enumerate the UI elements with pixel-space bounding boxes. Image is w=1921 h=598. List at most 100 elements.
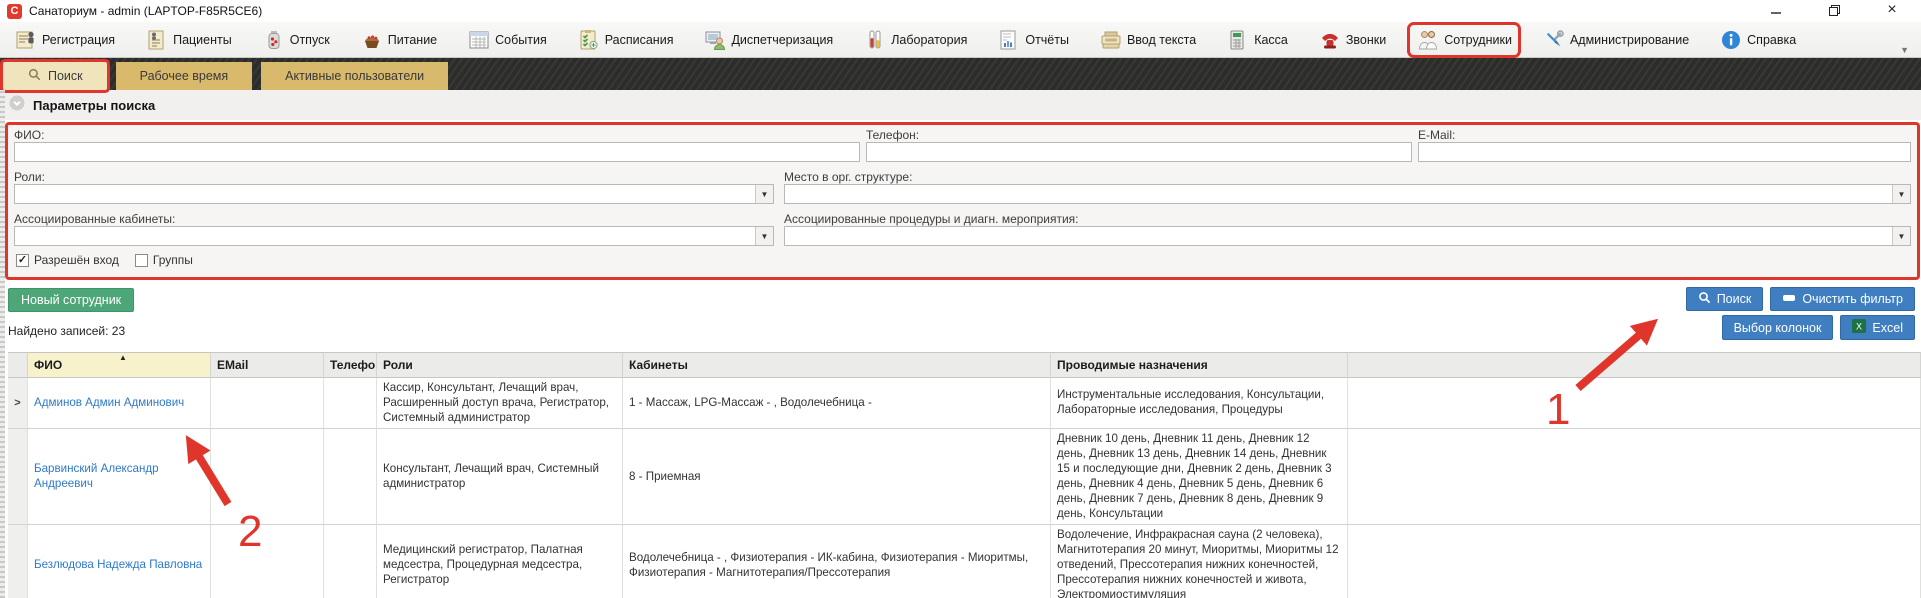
column-header-phone[interactable]: Телефон [324,352,377,378]
toolbar-item-help[interactable]: Справка [1713,25,1802,55]
checkbox-login-allowed[interactable]: ✓ Разрешён вход [16,253,119,267]
cell-filler [1348,429,1921,525]
procedures-label: Ассоциированные процедуры и диагн. мероп… [784,212,1079,226]
employee-name-link[interactable]: Барвинский Александр Андреевич [34,462,204,492]
org-structure-combobox[interactable]: ▼ [784,184,1911,204]
checkbox-label: Разрешён вход [34,253,119,267]
tab-label: Поиск [48,69,83,83]
cell-procedures: Инструментальные исследования, Консульта… [1051,378,1348,429]
table-row[interactable]: Барвинский Александр Андреевич Консультан… [8,429,1921,525]
restore-icon [1828,4,1841,17]
tab-active-users[interactable]: Активные пользователи [261,62,448,90]
toolbar: Регистрация Пациенты Отпуск Питание События Р… [0,22,1921,58]
tab-label: Активные пользователи [285,69,424,83]
toolbar-item-laboratory[interactable]: Лаборатория [857,25,973,55]
toolbar-overflow-icon[interactable]: ▼ [1896,43,1913,57]
column-header-procedures[interactable]: Проводимые назначения [1051,352,1348,378]
toolbar-item-patients[interactable]: Пациенты [139,25,238,55]
cell-roles: Консультант, Лечащий врач, Системный адм… [377,429,623,525]
procedures-combobox[interactable]: ▼ [784,226,1911,246]
toolbar-item-label: Отпуск [290,33,330,47]
column-header-label: ФИО [34,358,62,372]
cell-filler [1348,378,1921,429]
column-header-cabinets[interactable]: Кабинеты [623,352,1051,378]
toolbar-item-administration[interactable]: Администрирование [1536,25,1695,55]
toolbar-item-calls[interactable]: Звонки [1312,25,1392,55]
toolbar-item-schedules[interactable]: Расписания [571,25,680,55]
column-header-fio[interactable]: ▲ФИО [28,352,211,378]
email-input[interactable] [1418,142,1911,162]
choose-columns-button[interactable]: Выбор колонок [1722,315,1834,340]
close-button[interactable]: × [1863,0,1921,20]
column-header-roles[interactable]: Роли [377,352,623,378]
row-selector-cell[interactable]: > [8,378,28,429]
app-logo-icon: C [7,4,22,19]
tab-search[interactable]: Поиск [3,62,107,90]
chevron-down-icon[interactable]: ▼ [755,227,773,245]
cash-icon [1226,28,1250,52]
toolbar-item-events[interactable]: События [461,25,553,55]
cell-cabinets: 1 - Массаж, LPG-Массаж - , Водолечебница… [623,378,1051,429]
checkbox-checked-icon: ✓ [16,254,29,267]
chevron-down-icon[interactable]: ▼ [1892,185,1910,203]
cell-text: Водолечебница - , Физиотерапия - ИК-каби… [629,551,1044,581]
toolbar-item-vacation[interactable]: Отпуск [256,25,336,55]
collapse-panel-icon[interactable] [9,95,25,116]
toolbar-item-cash[interactable]: Касса [1220,25,1294,55]
toolbar-item-reports[interactable]: Отчёты [991,25,1075,55]
org-structure-input[interactable] [785,185,1892,203]
maximize-button[interactable] [1805,0,1863,20]
current-row-icon: > [14,396,20,410]
checkbox-groups[interactable]: Группы [135,253,193,267]
column-header-email[interactable]: EMail [211,352,324,378]
search-params-title: Параметры поиска [33,98,155,113]
excel-export-button[interactable]: X Excel [1840,315,1915,340]
search-button-label: Поиск [1717,292,1752,306]
vacation-icon [262,28,286,52]
cell-phone [324,525,377,598]
employee-name-link[interactable]: Безлюдова Надежда Павловна [34,558,202,573]
cell-procedures: Водолечение, Инфракрасная сауна (2 челов… [1051,525,1348,598]
table-body: >Админов Админ АдминовичКассир, Консульт… [8,378,1921,598]
table-row[interactable]: >Админов Админ АдминовичКассир, Консульт… [8,378,1921,429]
cell-text: Дневник 10 день, Дневник 11 день, Дневни… [1057,432,1341,521]
roles-combobox[interactable]: ▼ [14,184,774,204]
new-employee-button[interactable]: Новый сотрудник [8,288,134,312]
toolbar-item-registration[interactable]: Регистрация [8,25,121,55]
cell-filler [1348,525,1921,598]
search-params-header: Параметры поиска [0,90,1921,120]
cell-text: 8 - Приемная [629,470,701,485]
toolbar-item-label: Регистрация [42,33,115,47]
toolbar-item-dispatch[interactable]: Диспетчеризация [697,25,839,55]
cell-fio: Безлюдова Надежда Павловна [28,525,211,598]
cell-email [211,378,324,429]
toolbar-item-food[interactable]: Питание [354,25,443,55]
toolbar-item-employees[interactable]: Сотрудники [1410,25,1518,55]
administration-icon [1542,28,1566,52]
column-header-label: EMail [217,358,248,372]
employee-name-link[interactable]: Админов Админ Админович [34,396,184,411]
tab-work-time[interactable]: Рабочее время [116,62,253,90]
org-structure-label: Место в орг. структуре: [784,170,912,184]
checkbox-label: Группы [153,253,193,267]
column-header-label: Роли [383,358,413,372]
table-row[interactable]: Безлюдова Надежда ПавловнаМедицинский ре… [8,525,1921,598]
row-selector-cell[interactable] [8,525,28,598]
clear-filter-button[interactable]: Очистить фильтр [1770,287,1915,311]
chevron-down-icon[interactable]: ▼ [755,185,773,203]
chevron-down-icon[interactable]: ▼ [1892,227,1910,245]
cabinets-combobox[interactable]: ▼ [14,226,774,246]
search-params-panel: ФИО: Телефон: E-Mail: Роли: ▼ Место в ор… [5,122,1920,280]
cell-cabinets: 8 - Приемная [623,429,1051,525]
phone-input[interactable] [866,142,1412,162]
minimize-button[interactable] [1747,0,1805,20]
procedures-input[interactable] [785,227,1892,245]
row-selector-cell[interactable] [8,429,28,525]
cell-fio: Админов Админ Админович [28,378,211,429]
fio-input[interactable] [14,142,860,162]
toolbar-item-text-entry[interactable]: Ввод текста [1093,25,1202,55]
roles-input[interactable] [15,185,755,203]
search-button[interactable]: Поиск [1686,287,1764,311]
checkbox-unchecked-icon [135,254,148,267]
cabinets-input[interactable] [15,227,755,245]
